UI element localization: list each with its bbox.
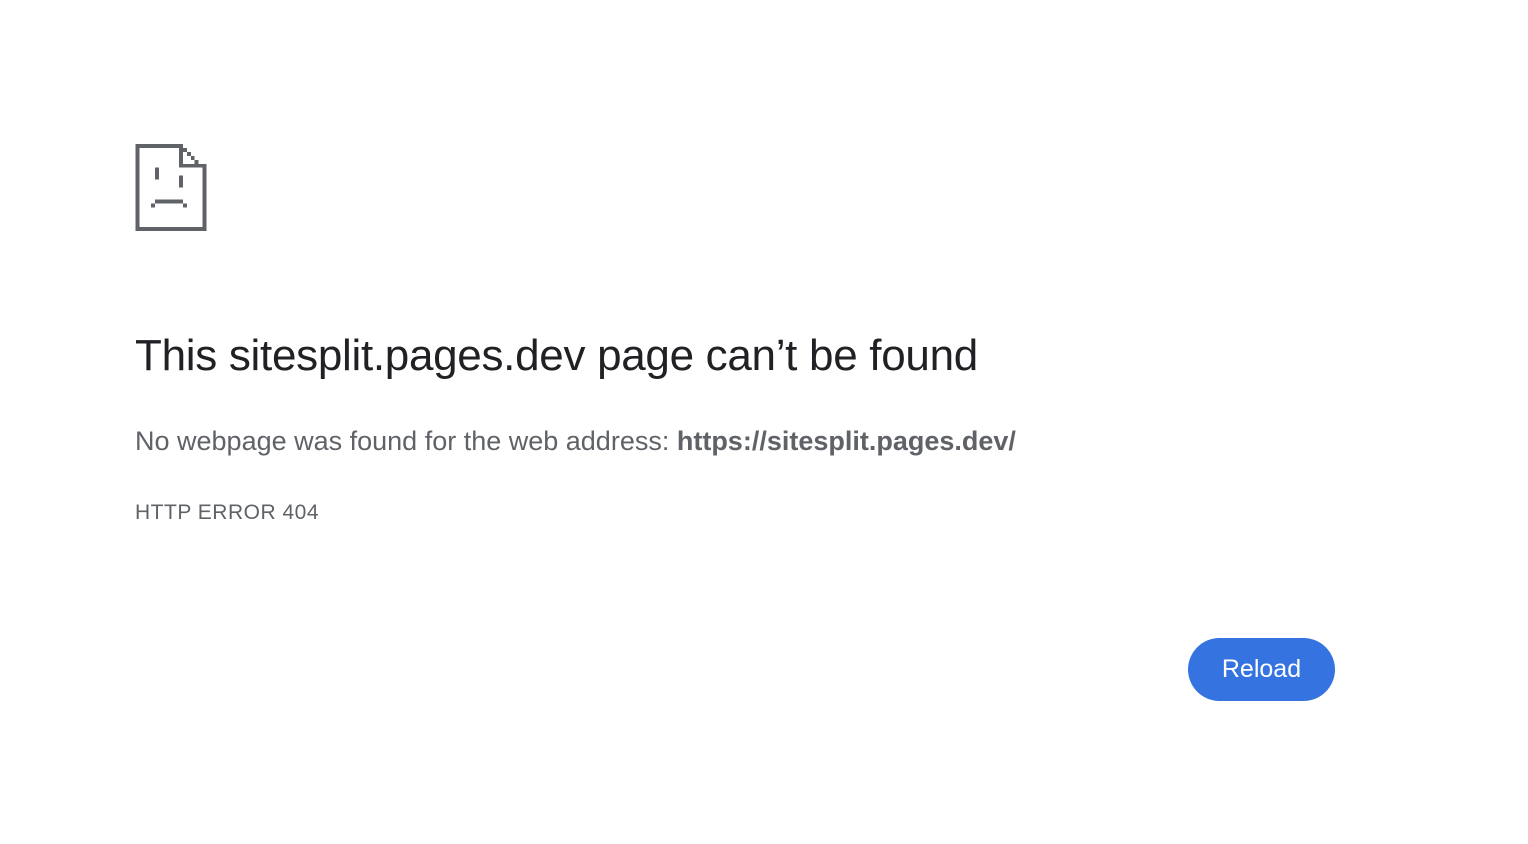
- error-message: No webpage was found for the web address…: [135, 424, 1016, 458]
- error-message-prefix: No webpage was found for the web address…: [135, 426, 677, 456]
- reload-button[interactable]: Reload: [1188, 638, 1335, 701]
- sad-page-icon: [135, 144, 207, 231]
- error-url: https://sitesplit.pages.dev/: [676, 426, 1016, 456]
- error-code: HTTP ERROR 404: [135, 501, 319, 524]
- page-title: This sitesplit.pages.dev page can’t be f…: [135, 331, 978, 380]
